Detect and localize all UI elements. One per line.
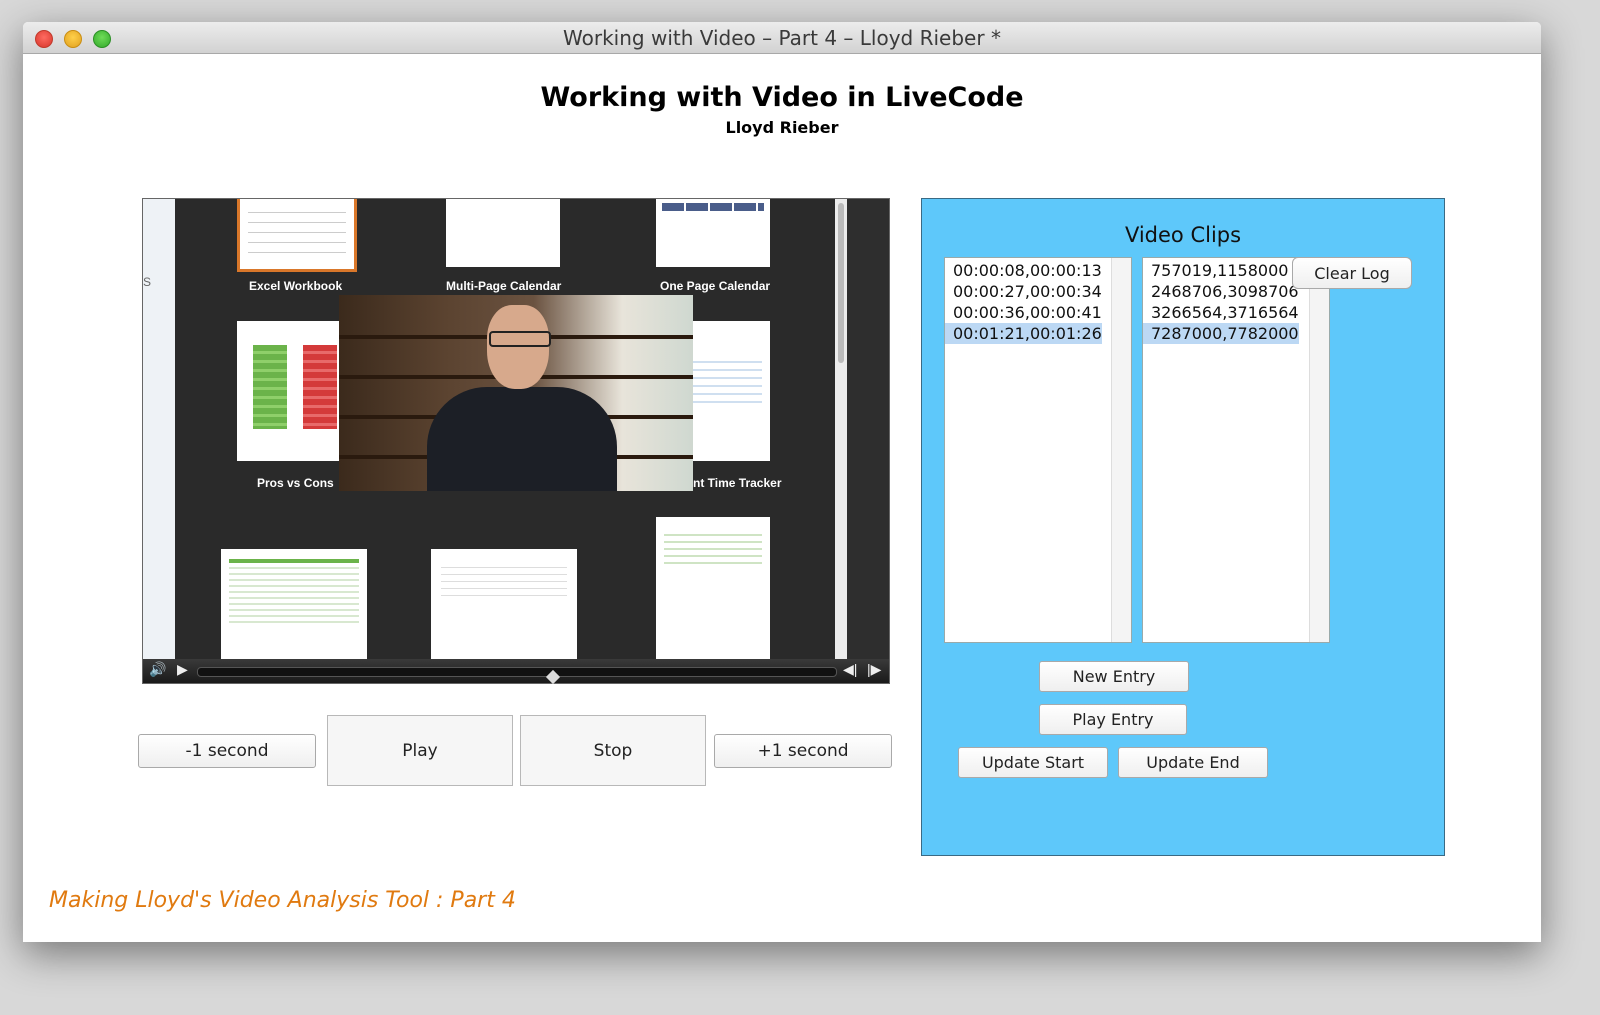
video-side-strip: S — [143, 199, 175, 659]
video-clips-title: Video Clips — [1124, 223, 1242, 247]
clip-time-row[interactable]: 00:00:36,00:00:41 — [945, 302, 1102, 323]
page-title: Working with Video in LiveCode — [540, 82, 1024, 113]
stop-button[interactable]: Stop — [520, 715, 706, 786]
step-back-icon[interactable]: ◀| — [843, 661, 857, 678]
play-entry-button[interactable]: Play Entry — [1039, 704, 1187, 735]
clip-time-row[interactable]: 00:00:27,00:00:34 — [945, 281, 1102, 302]
play-button[interactable]: Play — [327, 715, 513, 786]
one-page-calendar-thumbnail — [656, 199, 770, 267]
clip-times-list[interactable]: 00:00:08,00:00:13 00:00:27,00:00:34 00:00:… — [944, 257, 1132, 643]
scrubber-playhead[interactable] — [545, 669, 561, 685]
update-end-button[interactable]: Update End — [1118, 747, 1268, 778]
footer-caption: Making Lloyd's Video Analysis Tool : Par… — [49, 888, 516, 913]
glasses — [489, 331, 551, 347]
thumbnail-label: Pros vs Cons — [257, 476, 334, 490]
video-scrollbar[interactable] — [835, 199, 847, 659]
thumbnail-label: Multi-Page Calendar — [446, 279, 562, 293]
clip-ms-scrollbar[interactable] — [1309, 258, 1329, 642]
thumbnail-label: Excel Workbook — [249, 279, 343, 293]
video-player[interactable]: S Excel Workbook Multi-Page Calendar One… — [142, 198, 890, 685]
side-letter: S — [143, 275, 152, 289]
volume-icon[interactable]: 🔊 — [149, 661, 166, 678]
multi-page-calendar-thumbnail — [446, 199, 560, 267]
thumbnail-label: nt Time Tracker — [693, 476, 782, 490]
video-controller: 🔊 ▶ ◀| |▶ — [143, 659, 889, 685]
excel-workbook-thumbnail — [237, 199, 357, 272]
report-thumbnail — [656, 517, 770, 659]
clip-ms-row[interactable]: 757019,1158000 — [1143, 260, 1299, 281]
page-subtitle: Lloyd Rieber — [725, 118, 839, 137]
clip-times-scrollbar[interactable] — [1111, 258, 1131, 642]
title-bar: Working with Video – Part 4 – Lloyd Rieb… — [23, 22, 1541, 54]
presenter-head — [487, 305, 549, 389]
clip-ms-row[interactable]: 2468706,3098706 — [1143, 281, 1299, 302]
clip-ms-list[interactable]: 757019,1158000 2468706,3098706 3266564,371… — [1142, 257, 1330, 643]
document-thumbnail — [431, 549, 577, 659]
app-window: Working with Video – Part 4 – Lloyd Rieb… — [23, 22, 1541, 942]
update-start-button[interactable]: Update Start — [958, 747, 1108, 778]
thumbnail-label: One Page Calendar — [660, 279, 771, 293]
minus-one-second-button[interactable]: -1 second — [138, 734, 316, 768]
clip-time-row[interactable]: 00:00:08,00:00:13 — [945, 260, 1102, 281]
spreadsheet-thumbnail — [221, 549, 367, 659]
clip-ms-row[interactable]: 7287000,7782000 — [1143, 323, 1299, 344]
window-title: Working with Video – Part 4 – Lloyd Rieb… — [563, 26, 1001, 50]
clip-ms-row[interactable]: 3266564,3716564 — [1143, 302, 1299, 323]
video-clips-panel: Video Clips 00:00:08,00:00:13 00:00:27,00… — [921, 198, 1445, 856]
scrubber-track[interactable] — [197, 667, 837, 685]
presenter-body — [427, 387, 617, 491]
new-entry-button[interactable]: New Entry — [1039, 661, 1189, 692]
step-forward-icon[interactable]: |▶ — [867, 661, 881, 678]
clip-time-row[interactable]: 00:01:21,00:01:26 — [945, 323, 1102, 344]
clear-log-button[interactable]: Clear Log — [1292, 257, 1412, 289]
webcam-overlay — [339, 295, 693, 491]
plus-one-second-button[interactable]: +1 second — [714, 734, 892, 768]
scroll-thumb[interactable] — [838, 203, 844, 363]
play-icon[interactable]: ▶ — [177, 661, 188, 678]
pros-vs-cons-thumbnail — [237, 321, 351, 461]
video-right-margin — [847, 199, 889, 659]
